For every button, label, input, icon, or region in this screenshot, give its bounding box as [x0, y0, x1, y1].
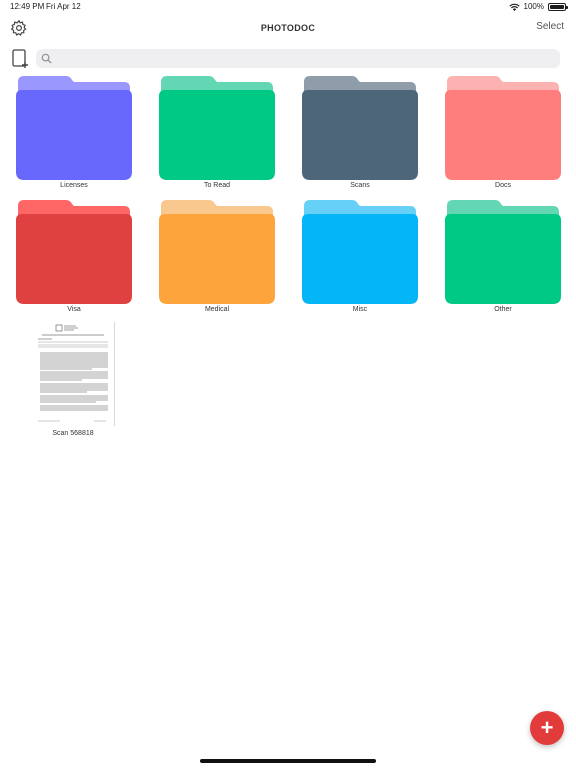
status-time: 12:49 PM	[10, 2, 45, 11]
folder-icon	[445, 76, 561, 180]
search-icon	[41, 53, 52, 64]
scan-page-preview	[32, 322, 114, 426]
folder-item[interactable]: Medical	[159, 198, 275, 313]
folder-item[interactable]: To Read	[159, 74, 275, 189]
folder-item[interactable]: Visa	[16, 198, 132, 313]
folder-icon	[302, 76, 418, 180]
folder-label: Visa	[67, 306, 81, 313]
folder-item[interactable]: Other	[445, 198, 561, 313]
status-bar: 12:49 PM Fri Apr 12 100%	[0, 0, 576, 14]
search-bar[interactable]	[36, 49, 560, 70]
folder-label: Licenses	[60, 182, 88, 189]
folder-icon	[16, 200, 132, 304]
scanned-page-image	[38, 324, 108, 422]
folder-label: Misc	[352, 306, 368, 313]
folder-icon	[302, 200, 418, 304]
nav-bar: PHOTODOC Select	[0, 14, 576, 44]
add-button[interactable]: +	[530, 711, 564, 745]
status-date: Fri Apr 12	[46, 2, 81, 11]
folder-icon	[445, 200, 561, 304]
battery-icon	[548, 2, 568, 11]
wifi-icon	[508, 3, 520, 11]
folder-label: Docs	[495, 182, 511, 189]
document-label: Scan 568818	[52, 430, 94, 437]
folder-item[interactable]: Licenses	[16, 74, 132, 189]
select-button[interactable]: Select	[536, 21, 564, 32]
document-thumbnail[interactable]	[32, 322, 114, 426]
folder-label: Scans	[350, 182, 370, 189]
folder-item[interactable]: Docs	[445, 74, 561, 189]
page-title: PHOTODOC	[260, 23, 316, 33]
status-indicators: 100%	[508, 2, 568, 11]
home-indicator	[200, 759, 376, 763]
plus-icon: +	[540, 715, 554, 740]
folder-item[interactable]: Misc	[302, 198, 418, 313]
battery-percent: 100%	[523, 2, 544, 11]
folder-label: To Read	[203, 182, 231, 189]
folder-item[interactable]: Scans	[302, 74, 418, 189]
search-input[interactable]	[56, 49, 550, 70]
new-document-icon[interactable]	[12, 49, 30, 69]
folder-label: Medical	[204, 306, 230, 313]
folder-label: Other	[494, 306, 512, 313]
folder-icon	[159, 200, 275, 304]
folder-icon	[159, 76, 275, 180]
folder-icon	[16, 76, 132, 180]
